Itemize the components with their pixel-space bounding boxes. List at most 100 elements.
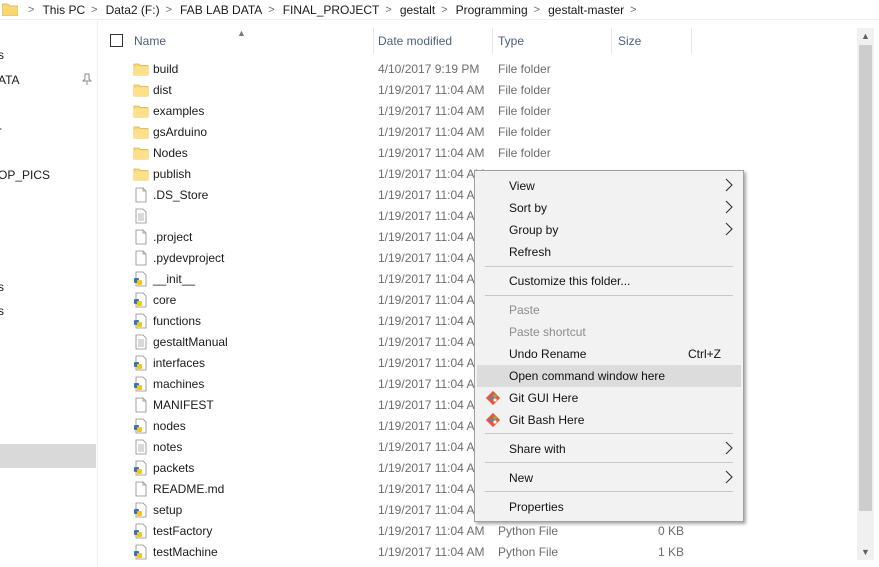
address-bar[interactable]: > This PC > Data2 (F:) > FAB LAB DATA > … (0, 0, 879, 20)
menu-item-label: Group by (509, 223, 559, 237)
breadcrumb-data2[interactable]: Data2 (F:) (106, 3, 160, 17)
nav-item[interactable]: - (0, 121, 2, 135)
folder-icon (133, 82, 149, 98)
column-divider[interactable] (492, 28, 493, 54)
file-type: Python File (498, 524, 559, 538)
vertical-scrollbar[interactable]: ▲ ▼ (857, 28, 874, 560)
nav-item[interactable]: ATA (0, 73, 20, 87)
file-name[interactable]: gestaltManual (153, 335, 228, 349)
breadcrumb-fab-lab-data[interactable]: FAB LAB DATA (180, 3, 262, 17)
file-name[interactable]: nodes (153, 419, 186, 433)
breadcrumb-programming[interactable]: Programming (456, 3, 528, 17)
file-name[interactable]: publish (153, 167, 191, 181)
breadcrumb-gestalt-master[interactable]: gestalt-master (548, 3, 624, 17)
chevron-right-icon[interactable]: > (435, 4, 455, 16)
nav-selected-item[interactable] (0, 444, 96, 468)
chevron-right-icon[interactable]: > (85, 4, 105, 16)
file-name[interactable]: dist (153, 83, 172, 97)
menu-item-new[interactable]: New (477, 467, 741, 489)
column-divider[interactable] (691, 28, 692, 54)
scrollbar-thumb[interactable] (859, 45, 872, 511)
file-name[interactable]: testMachine (153, 545, 218, 559)
file-name[interactable]: interfaces (153, 356, 205, 370)
chevron-right-icon[interactable]: > (528, 4, 548, 16)
text-file-icon (133, 334, 149, 350)
nav-item[interactable]: OP_PICS (0, 168, 50, 182)
file-date-modified: 1/19/2017 11:04 AM (378, 356, 485, 370)
menu-item-group-by[interactable]: Group by (477, 219, 741, 241)
menu-item-label: Refresh (509, 245, 552, 259)
menu-item-label: Share with (509, 442, 566, 456)
file-row[interactable]: gsArduino 1/19/2017 11:04 AM File folder (100, 122, 860, 143)
file-name[interactable]: functions (153, 314, 201, 328)
file-row[interactable]: examples 1/19/2017 11:04 AM File folder (100, 101, 860, 122)
file-date-modified: 1/19/2017 11:04 AM (378, 293, 485, 307)
file-name[interactable]: .pydevproject (153, 251, 224, 265)
column-divider[interactable] (611, 28, 612, 54)
file-date-modified: 1/19/2017 11:04 AM (378, 125, 485, 139)
menu-item-undo-rename[interactable]: Undo Rename Ctrl+Z (477, 343, 741, 365)
file-name[interactable]: machines (153, 377, 204, 391)
menu-item-label: Paste (509, 303, 540, 317)
menu-item-open-command-window-here[interactable]: Open command window here (477, 365, 741, 387)
breadcrumb-final-project[interactable]: FINAL_PROJECT (283, 3, 380, 17)
file-name[interactable]: Nodes (153, 146, 188, 160)
menu-item-share-with[interactable]: Share with (477, 438, 741, 460)
file-name[interactable]: __init__ (153, 272, 195, 286)
file-name[interactable]: notes (153, 440, 182, 454)
file-name[interactable]: testFactory (153, 524, 212, 538)
file-name[interactable]: packets (153, 461, 194, 475)
file-date-modified: 1/19/2017 11:04 AM (378, 398, 485, 412)
column-date-modified[interactable]: Date modified (374, 28, 490, 54)
pin-icon[interactable] (82, 73, 92, 85)
chevron-right-icon[interactable]: > (624, 4, 644, 16)
chevron-right-icon[interactable]: > (22, 4, 42, 16)
file-size: 0 KB (657, 524, 684, 538)
file-name[interactable]: build (153, 62, 178, 76)
file-name[interactable]: examples (153, 104, 204, 118)
file-row[interactable]: dist 1/19/2017 11:04 AM File folder (100, 80, 860, 101)
file-date-modified: 1/19/2017 11:04 AM (378, 314, 485, 328)
python-file-icon (133, 376, 149, 392)
breadcrumb-gestalt[interactable]: gestalt (400, 3, 435, 17)
scroll-up-icon[interactable]: ▲ (857, 28, 874, 44)
menu-item-sort-by[interactable]: Sort by (477, 197, 741, 219)
menu-item-shortcut: Ctrl+Z (688, 347, 721, 361)
menu-item-git-gui-here[interactable]: Git GUI Here (477, 387, 741, 409)
file-name[interactable]: README.md (153, 482, 224, 496)
file-row[interactable]: testMachine 1/19/2017 11:04 AM Python File… (100, 542, 860, 563)
file-name[interactable]: setup (153, 503, 182, 517)
nav-item[interactable]: s (0, 48, 4, 62)
select-all-checkbox[interactable] (110, 34, 123, 47)
chevron-right-icon[interactable]: > (262, 4, 282, 16)
file-name[interactable]: .DS_Store (153, 188, 208, 202)
file-name[interactable]: core (153, 293, 176, 307)
nav-item[interactable]: s (0, 304, 4, 318)
menu-item-view[interactable]: View (477, 175, 741, 197)
file-name[interactable]: gsArduino (153, 125, 207, 139)
file-type: File folder (498, 62, 551, 76)
file-name[interactable]: .project (153, 230, 192, 244)
column-name[interactable]: Name (130, 28, 370, 54)
context-menu: View Sort by Group by Refresh Customize this… (474, 170, 744, 522)
column-size[interactable]: Size (614, 28, 690, 54)
menu-item-label: Open command window here (509, 369, 666, 383)
menu-item-git-bash-here[interactable]: Git Bash Here (477, 409, 741, 431)
file-row[interactable]: build 4/10/2017 9:19 PM File folder (100, 59, 860, 80)
menu-item-paste-shortcut[interactable]: Paste shortcut (477, 321, 741, 343)
file-row[interactable]: testFactory 1/19/2017 11:04 AM Python File… (100, 521, 860, 542)
chevron-right-icon[interactable]: > (160, 4, 180, 16)
menu-item-customize-this-folder[interactable]: Customize this folder... (477, 270, 741, 292)
column-type[interactable]: Type (494, 28, 608, 54)
menu-item-properties[interactable]: Properties (477, 496, 741, 518)
file-icon (133, 229, 149, 245)
nav-item[interactable]: s (0, 280, 4, 294)
chevron-right-icon (725, 470, 733, 484)
file-name[interactable]: MANIFEST (153, 398, 214, 412)
menu-item-refresh[interactable]: Refresh (477, 241, 741, 263)
menu-item-paste[interactable]: Paste (477, 299, 741, 321)
file-row[interactable]: Nodes 1/19/2017 11:04 AM File folder (100, 143, 860, 164)
chevron-right-icon[interactable]: > (379, 4, 399, 16)
breadcrumb-this-pc[interactable]: This PC (42, 3, 85, 17)
scroll-down-icon[interactable]: ▼ (857, 544, 874, 560)
